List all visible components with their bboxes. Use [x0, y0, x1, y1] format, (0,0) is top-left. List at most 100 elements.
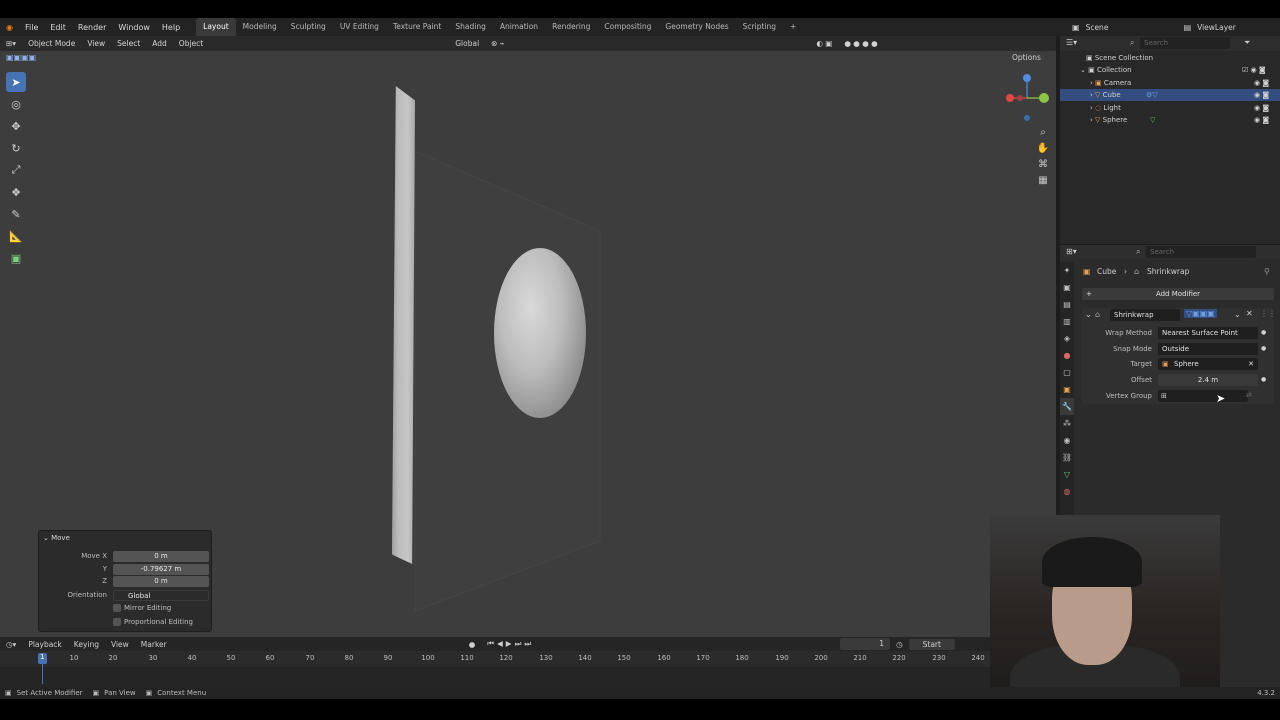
dropdown-chevron-icon[interactable]: ⌄ [1234, 310, 1241, 319]
physics-tab-icon[interactable]: ◉ [1060, 432, 1074, 449]
blender-logo-icon[interactable]: ◉ [0, 23, 19, 32]
material-tab-icon[interactable]: ◍ [1060, 483, 1074, 500]
current-frame-field[interactable]: 1 [840, 638, 891, 650]
viewport-menu-object[interactable]: Object [173, 39, 209, 48]
visibility-eye-icon[interactable]: ◉ ◙ [1254, 102, 1269, 114]
scene-name[interactable]: Scene [1086, 23, 1156, 32]
output-tab-icon[interactable]: ▤ [1060, 296, 1074, 313]
world-tab-icon[interactable]: ● [1060, 347, 1074, 364]
timeline-menu-keying[interactable]: Keying [68, 640, 105, 649]
preview-range-icon[interactable]: ◷ [890, 640, 909, 649]
filter-icon[interactable]: ⏷ [1244, 38, 1250, 48]
zoom-icon[interactable]: ⌕ [1035, 124, 1051, 140]
viewport-menu-add[interactable]: Add [146, 39, 173, 48]
menu-render[interactable]: Render [72, 23, 112, 32]
editor-type-icon[interactable]: ⊞▾ [0, 39, 22, 48]
visibility-eye-icon[interactable]: ◉ ◙ [1254, 114, 1269, 126]
menu-file[interactable]: File [19, 23, 44, 32]
visibility-eye-icon[interactable]: ◉ ◙ [1254, 77, 1269, 89]
rotate-icon[interactable]: ↻ [6, 138, 26, 158]
menu-help[interactable]: Help [156, 23, 186, 32]
workspace-tab-layout[interactable]: Layout [196, 18, 236, 36]
transform-icon[interactable]: ❖ [6, 182, 26, 202]
modifier-wrench-icon[interactable]: 🔧 [1060, 398, 1074, 415]
wrap-method-dropdown[interactable]: Nearest Surface Point [1158, 327, 1258, 339]
render-tab-icon[interactable]: ▣ [1060, 279, 1074, 296]
properties-editor-icon[interactable]: ⊞▾ [1066, 247, 1077, 256]
menu-edit[interactable]: Edit [44, 23, 72, 32]
select-mode-buttons[interactable]: ▣▣▣▣ [6, 53, 36, 62]
object-mode-dropdown[interactable]: Object Mode [22, 39, 81, 48]
start-frame-field[interactable]: Start [908, 638, 955, 650]
workspace-tab-animation[interactable]: Animation [493, 18, 545, 36]
pin-icon[interactable]: ⚲ [1264, 267, 1270, 276]
outliner-item-sphere[interactable]: › ▽ Sphere ▽ ◉ ◙ [1060, 114, 1280, 126]
pan-hand-icon[interactable]: ✋ [1035, 140, 1051, 156]
navigation-gizmo[interactable] [1002, 70, 1052, 122]
annotate-icon[interactable]: ✎ [6, 204, 26, 224]
workspace-tab-texture-paint[interactable]: Texture Paint [386, 18, 448, 36]
sphere-object[interactable] [494, 248, 586, 418]
view-layer-name[interactable]: ViewLayer [1197, 23, 1236, 32]
data-tab-icon[interactable]: ▽ [1060, 466, 1074, 483]
keyframe-dot-icon[interactable]: ● [1261, 376, 1266, 383]
outliner-editor-icon[interactable]: ☰▾ [1066, 38, 1077, 47]
operator-panel-title[interactable]: ⌄ Move [43, 534, 70, 542]
target-object-field[interactable]: ▣ Sphere ✕ [1158, 358, 1258, 370]
timeline-menu-marker[interactable]: Marker [135, 640, 173, 649]
object-tab-icon[interactable]: ▣ [1060, 381, 1074, 398]
outliner-item-cube[interactable]: › ▽ Cube ⚙▽ ◉ ◙ [1060, 89, 1280, 101]
workspace-tab-rendering[interactable]: Rendering [545, 18, 597, 36]
drag-handle-icon[interactable]: ⋮⋮ [1260, 309, 1276, 318]
shading-mode-icon[interactable]: ● ● ● ● [838, 39, 883, 48]
modifier-toggle-icons[interactable]: ▽▣▣▣ [1184, 309, 1217, 318]
orientation-dropdown[interactable]: Global [113, 590, 209, 601]
move-icon[interactable]: ✥ [6, 116, 26, 136]
outliner-item-camera[interactable]: › ▣ Camera ◉ ◙ [1060, 77, 1280, 89]
move-x-field[interactable]: 0 m [113, 551, 209, 562]
playhead[interactable]: 1 [38, 653, 47, 664]
add-cube-icon[interactable]: ▣ [6, 248, 26, 268]
snap-mode-dropdown[interactable]: Outside [1158, 343, 1258, 355]
workspace-tab-shading[interactable]: Shading [448, 18, 492, 36]
timeline-editor-icon[interactable]: ◷▾ [0, 640, 22, 649]
outliner-item-collection[interactable]: ⌄ ▣ Collection ☑ ◉ ◙ [1060, 64, 1280, 76]
modifier-name-field[interactable]: Shrinkwrap [1110, 309, 1180, 321]
outliner-search-input[interactable]: Search [1140, 37, 1230, 49]
visibility-eye-icon[interactable]: ☑ ◉ ◙ [1242, 64, 1266, 76]
vertex-group-field[interactable]: ⊞ [1158, 390, 1248, 402]
add-modifier-button[interactable]: + Add Modifier [1082, 288, 1274, 300]
scene-tab-icon[interactable]: ◈ [1060, 330, 1074, 347]
outliner-item-light[interactable]: › ◌ Light ◉ ◙ [1060, 102, 1280, 114]
tool-tab-icon[interactable]: ✦ [1060, 262, 1074, 279]
offset-field[interactable]: 2.4 m [1158, 374, 1258, 386]
scale-icon[interactable]: ⤢ [6, 160, 26, 180]
workspace-tab-sculpting[interactable]: Sculpting [284, 18, 333, 36]
snapping-icon[interactable]: ⊗ ⌁ [485, 39, 510, 48]
cursor-icon[interactable]: ◎ [6, 94, 26, 114]
timeline-ruler[interactable]: 1 10 20 30 40 50 60 70 80 90 100 110 120… [0, 651, 1024, 684]
mirror-editing-checkbox[interactable]: Mirror Editing [113, 604, 171, 612]
view-layer-tab-icon[interactable]: ▥ [1060, 313, 1074, 330]
record-icon[interactable]: ● [463, 640, 482, 649]
viewport-menu-select[interactable]: Select [111, 39, 146, 48]
invert-toggle-icon[interactable]: ⇄ [1246, 391, 1252, 399]
workspace-tab-compositing[interactable]: Compositing [597, 18, 658, 36]
particles-tab-icon[interactable]: ⁂ [1060, 415, 1074, 432]
viewport-menu-view[interactable]: View [81, 39, 111, 48]
menu-window[interactable]: Window [112, 23, 156, 32]
timeline-menu-playback[interactable]: Playback [22, 640, 67, 649]
workspace-tab-scripting[interactable]: Scripting [736, 18, 783, 36]
viewport-options-button[interactable]: Options [1012, 53, 1041, 62]
keyframe-dot-icon[interactable]: ● [1261, 345, 1266, 352]
transform-orientation-dropdown[interactable]: Global [449, 39, 485, 48]
workspace-tab-modeling[interactable]: Modeling [236, 18, 284, 36]
select-box-icon[interactable]: ➤ [6, 72, 26, 92]
proportional-editing-checkbox[interactable]: Proportional Editing [113, 618, 193, 626]
properties-search-input[interactable]: Search [1146, 246, 1256, 258]
playback-controls-icon[interactable]: ⏮◀▶⏭⏭ [481, 639, 540, 649]
constraints-tab-icon[interactable]: ⛓ [1060, 449, 1074, 466]
clear-icon[interactable]: ✕ [1248, 358, 1254, 370]
move-z-field[interactable]: 0 m [113, 576, 209, 587]
overlay-icon[interactable]: ◐ ▣ [810, 39, 838, 48]
